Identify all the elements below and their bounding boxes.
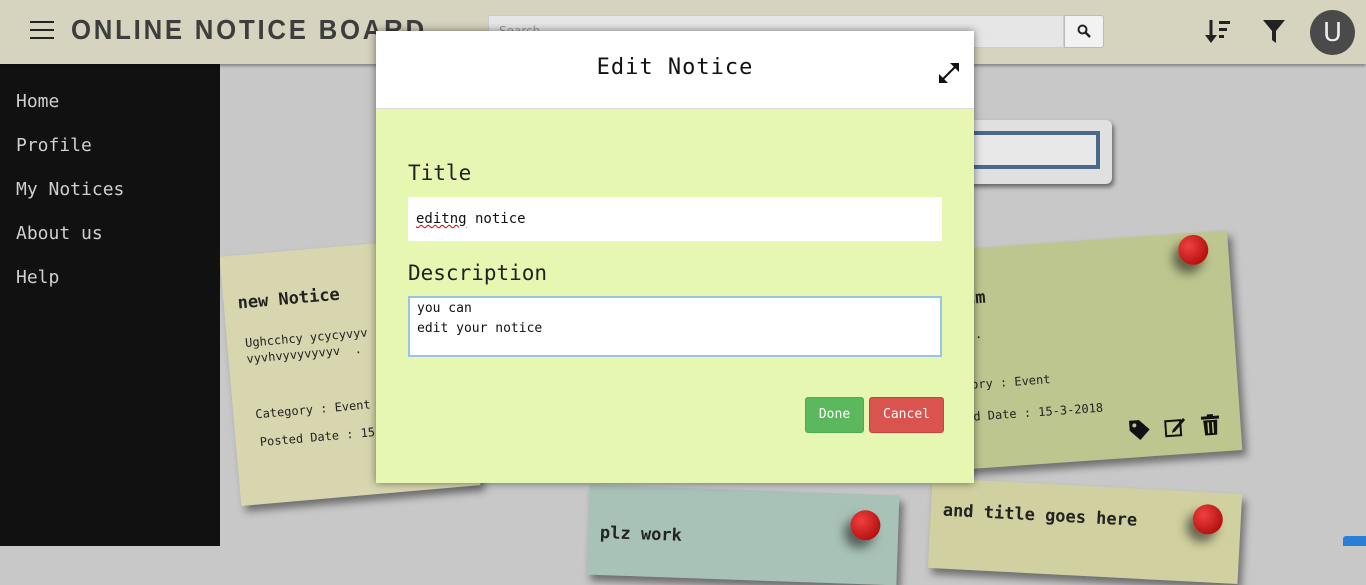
- notice-title: and title goes here: [942, 500, 1138, 531]
- avatar[interactable]: U: [1310, 10, 1355, 55]
- title-label: Title: [408, 161, 472, 185]
- sort-icon[interactable]: [1205, 18, 1231, 44]
- notice-card[interactable]: nm .. ory : Event d Date : 15-3-2018: [947, 230, 1243, 470]
- pin-icon: [1192, 503, 1224, 536]
- dialog-title: Edit Notice: [596, 55, 754, 80]
- search-icon: [1077, 24, 1091, 38]
- notice-category: Category : Event: [254, 397, 372, 422]
- done-button[interactable]: Done: [805, 397, 864, 433]
- title-value-misspelled: editng: [416, 211, 467, 227]
- sidebar-item-home[interactable]: Home: [0, 80, 220, 124]
- notice-bar: [960, 120, 1112, 184]
- title-value: notice: [466, 211, 526, 227]
- chat-widget-icon[interactable]: [1343, 536, 1366, 546]
- sidebar-item-about-us[interactable]: About us: [0, 212, 220, 256]
- notice-posted-date: d Date : 15-3-2018: [972, 400, 1104, 424]
- notice-title: plz work: [599, 523, 683, 546]
- menu-icon[interactable]: [30, 21, 54, 39]
- tag-icon[interactable]: [1128, 418, 1151, 441]
- sidebar-item-my-notices[interactable]: My Notices: [0, 168, 220, 212]
- cancel-button[interactable]: Cancel: [869, 397, 944, 433]
- sidebar: Home Profile My Notices About us Help: [0, 64, 220, 546]
- dialog-header: Edit Notice: [376, 31, 974, 109]
- edit-icon[interactable]: [1164, 416, 1187, 439]
- notice-actions: [1128, 413, 1221, 441]
- filter-icon[interactable]: [1263, 20, 1285, 44]
- sidebar-item-help[interactable]: Help: [0, 256, 220, 300]
- notice-posted-date: Posted Date : 15: [259, 425, 376, 450]
- edit-notice-dialog: Edit Notice Title editng notice Descript…: [376, 31, 974, 483]
- notice-card[interactable]: plz work: [586, 484, 900, 585]
- search-button[interactable]: [1064, 15, 1104, 48]
- sidebar-item-profile[interactable]: Profile: [0, 124, 220, 168]
- pin-icon: [1177, 233, 1210, 266]
- title-input[interactable]: editng notice: [408, 197, 942, 241]
- notice-card[interactable]: and title goes here: [927, 477, 1243, 585]
- notice-description: Ughcchcy ycycyvyv vyvhvyvyvyvyv .: [244, 324, 369, 367]
- notice-title: new Notice: [236, 284, 341, 314]
- notice-category: ory : Event: [970, 372, 1051, 392]
- description-label: Description: [408, 261, 548, 285]
- pin-icon: [849, 509, 881, 541]
- description-textarea[interactable]: you can edit your notice: [408, 296, 942, 357]
- trash-icon[interactable]: [1200, 413, 1221, 436]
- collapse-icon[interactable]: [939, 63, 959, 83]
- site-title: ONLINE NOTICE BOARD: [71, 14, 427, 45]
